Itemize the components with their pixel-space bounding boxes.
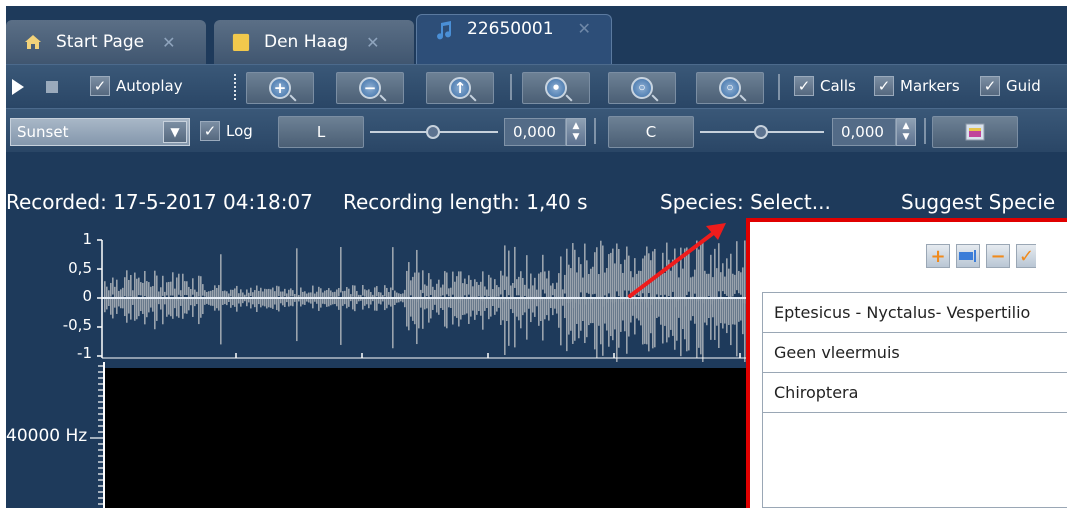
checkbox-checked-icon: ✓ <box>90 76 110 96</box>
log-checkbox[interactable]: ✓ Log <box>200 121 253 141</box>
stop-icon[interactable] <box>46 81 58 93</box>
spin-up-icon[interactable]: ▲ <box>573 121 580 132</box>
spin-up-icon[interactable]: ▲ <box>903 121 910 132</box>
zoom-selection-icon: • <box>545 77 567 99</box>
tab-bar: Start Page ✕ Den Haag ✕ 22650001 ✕ <box>6 6 1067 64</box>
music-note-icon <box>435 21 453 40</box>
guides-checkbox[interactable]: ✓ Guid <box>980 76 1041 96</box>
tab-den-haag[interactable]: Den Haag ✕ <box>214 20 414 64</box>
y-tick-label: 1 <box>82 230 92 248</box>
c-slider[interactable] <box>700 119 824 145</box>
separator <box>778 74 780 100</box>
markers-label: Markers <box>900 77 960 95</box>
separator <box>510 74 512 100</box>
zoom-frequency-icon: ◦ <box>719 77 741 99</box>
l-slider[interactable] <box>370 119 498 145</box>
zoom-frequency-button[interactable]: ◦ <box>696 72 764 104</box>
checkbox-checked-icon: ✓ <box>874 76 894 96</box>
species-popup: + − ✓ Eptesicus - Nyctalus- Vespertilio … <box>746 218 1067 508</box>
separator <box>594 118 596 144</box>
species-popup-toolbar: + − ✓ <box>750 222 1067 286</box>
c-label: C <box>645 123 657 141</box>
remove-icon[interactable]: − <box>986 244 1010 268</box>
species-list: Eptesicus - Nyctalus- Vespertilio Geen v… <box>762 292 1067 508</box>
l-value: 0,000 <box>513 123 556 141</box>
zoom-out-button[interactable]: − <box>336 72 404 104</box>
zoom-out-icon: − <box>359 77 381 99</box>
frequency-label: 40000 Hz <box>6 426 88 446</box>
display-toolbar: Sunset ▼ ✓ Log L 0,000 ▲ ▼ C 0,000 ▲ ▼ <box>6 108 1067 152</box>
close-icon[interactable]: ✕ <box>366 33 379 52</box>
checkbox-checked-icon: ✓ <box>200 121 220 141</box>
calls-label: Calls <box>820 77 856 95</box>
autoplay-label: Autoplay <box>116 77 183 95</box>
image-export-icon <box>965 123 985 141</box>
log-label: Log <box>226 122 253 140</box>
zoom-fit-icon: ↑ <box>449 77 471 99</box>
autoplay-checkbox[interactable]: ✓ Autoplay <box>90 76 183 96</box>
y-tick-label: 0 <box>82 287 92 305</box>
toolbar-grip[interactable] <box>234 74 236 100</box>
y-tick-label: 0,5 <box>68 259 92 277</box>
zoom-fit-button[interactable]: ↑ <box>426 72 494 104</box>
c-button[interactable]: C <box>608 116 694 148</box>
palette-value: Sunset <box>17 123 69 141</box>
separator <box>924 118 926 144</box>
c-value-field[interactable]: 0,000 <box>832 118 896 146</box>
l-button[interactable]: L <box>278 116 364 148</box>
y-tick-label: -1 <box>77 344 92 362</box>
suggest-species-link[interactable]: Suggest Specie <box>901 190 1055 214</box>
tab-start-page[interactable]: Start Page ✕ <box>6 20 206 64</box>
close-icon[interactable]: ✕ <box>162 33 175 52</box>
l-value-field[interactable]: 0,000 <box>504 118 566 146</box>
zoom-time-icon: ◦ <box>631 77 653 99</box>
zoom-time-button[interactable]: ◦ <box>608 72 676 104</box>
c-spinner[interactable]: ▲ ▼ <box>896 118 916 146</box>
zoom-in-button[interactable]: + <box>246 72 314 104</box>
species-select-link[interactable]: Species: Select... <box>660 190 831 214</box>
tab-recording[interactable]: 22650001 ✕ <box>416 14 612 64</box>
tab-label: Den Haag <box>264 32 349 52</box>
spin-down-icon[interactable]: ▼ <box>573 132 580 143</box>
palette-dropdown[interactable]: Sunset ▼ <box>10 118 190 146</box>
chevron-down-icon[interactable]: ▼ <box>163 121 187 143</box>
slider-thumb[interactable] <box>754 125 768 139</box>
recording-info: Recorded: 17-5-2017 04:18:07 Recording l… <box>6 152 1067 228</box>
c-value: 0,000 <box>841 123 884 141</box>
checkbox-checked-icon: ✓ <box>980 76 1000 96</box>
zoom-selection-button[interactable]: • <box>522 72 590 104</box>
folder-icon <box>232 33 250 51</box>
species-list-item[interactable]: Chiroptera <box>763 373 1067 413</box>
spin-down-icon[interactable]: ▼ <box>903 132 910 143</box>
recording-length-label: Recording length: 1,40 s <box>343 190 588 214</box>
playback-toolbar: ✓ Autoplay + − ↑ • ◦ ◦ ✓ Calls ✓ Markers… <box>6 64 1067 108</box>
recorded-label: Recorded: 17-5-2017 04:18:07 <box>6 190 313 214</box>
slider-thumb[interactable] <box>426 125 440 139</box>
play-icon[interactable] <box>12 79 24 95</box>
close-icon[interactable]: ✕ <box>578 19 591 38</box>
rename-icon[interactable] <box>956 244 980 268</box>
l-spinner[interactable]: ▲ ▼ <box>566 118 586 146</box>
guides-label: Guid <box>1006 77 1041 95</box>
add-icon[interactable]: + <box>926 244 950 268</box>
calls-checkbox[interactable]: ✓ Calls <box>794 76 856 96</box>
export-image-button[interactable] <box>932 116 1018 148</box>
home-icon <box>24 33 42 51</box>
markers-checkbox[interactable]: ✓ Markers <box>874 76 960 96</box>
species-list-item[interactable]: Eptesicus - Nyctalus- Vespertilio <box>763 293 1067 333</box>
checkbox-checked-icon: ✓ <box>794 76 814 96</box>
tab-label: 22650001 <box>467 19 554 39</box>
check-icon[interactable]: ✓ <box>1016 244 1036 268</box>
tab-label: Start Page <box>56 32 145 52</box>
y-tick-label: -0,5 <box>62 316 92 334</box>
species-list-item[interactable]: Geen vleermuis <box>763 333 1067 373</box>
l-label: L <box>316 123 326 141</box>
zoom-in-icon: + <box>269 77 291 99</box>
